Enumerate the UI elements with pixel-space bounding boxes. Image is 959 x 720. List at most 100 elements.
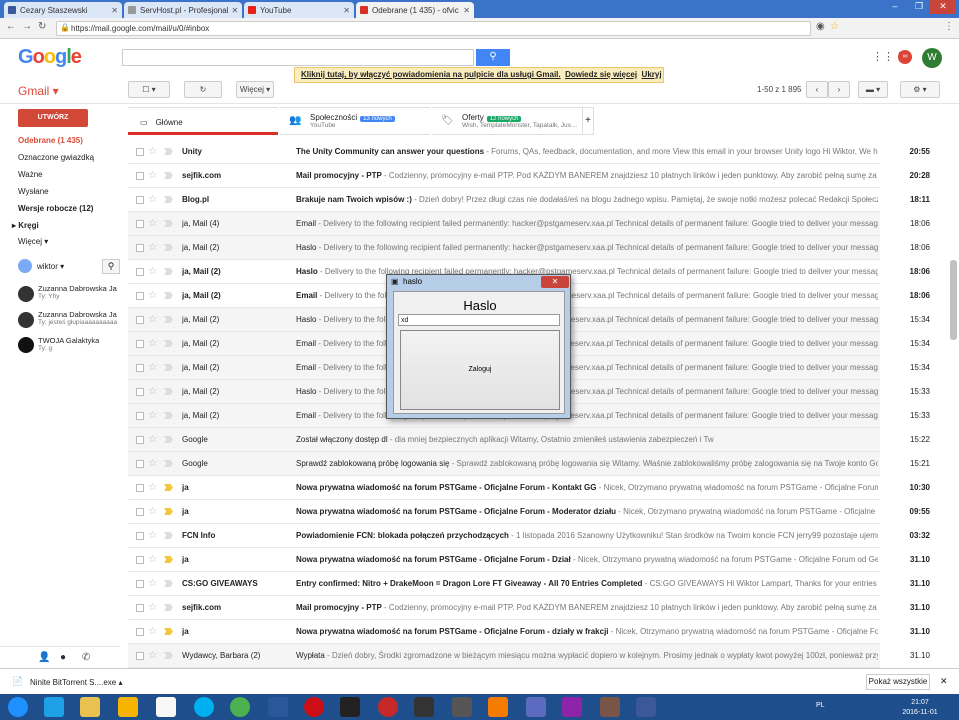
close-icon[interactable]: ✕ — [228, 6, 238, 15]
important-marker-icon[interactable] — [164, 292, 173, 299]
star-icon[interactable]: ☆ — [148, 548, 157, 571]
row-checkbox[interactable] — [136, 508, 144, 516]
star-icon[interactable]: ☆ — [148, 476, 157, 499]
back-icon[interactable]: ← — [6, 21, 16, 32]
row-checkbox[interactable] — [136, 196, 144, 204]
table-row[interactable]: ☆ CS:GO GIVEAWAYS Entry confirmed: Nitro +… — [128, 572, 880, 596]
app-icon[interactable] — [562, 697, 582, 717]
login-button[interactable]: Zaloguj — [400, 330, 560, 410]
important-marker-icon[interactable] — [164, 652, 173, 659]
important-marker-icon[interactable] — [164, 316, 173, 323]
star-icon[interactable]: ☆ — [148, 212, 157, 235]
chat-contact-3[interactable]: TWOJA Galaktyka Ty: g — [38, 336, 99, 352]
star-icon[interactable]: ☆ — [148, 308, 157, 331]
important-marker-icon[interactable] — [164, 412, 173, 419]
important-marker-icon[interactable] — [164, 220, 173, 227]
table-row[interactable]: ☆ ja Nowa prywatna wiadomość na forum PSTG… — [128, 548, 880, 572]
close-icon[interactable]: ✕ — [940, 676, 948, 687]
row-checkbox[interactable] — [136, 436, 144, 444]
hangouts-icon[interactable]: ● — [60, 652, 66, 663]
important-marker-icon[interactable] — [164, 508, 173, 515]
star-icon[interactable]: ☆ — [148, 188, 157, 211]
clock[interactable]: 21:07 2016-11-01 — [900, 698, 940, 718]
close-window-button[interactable]: ✕ — [930, 0, 956, 14]
important-marker-icon[interactable] — [164, 364, 173, 371]
select-checkbox-dropdown[interactable]: ☐ ▾ — [128, 81, 170, 98]
next-page-button[interactable]: › — [828, 81, 850, 98]
minimize-button[interactable]: – — [882, 0, 908, 14]
input-tools-button[interactable]: ▬ ▾ — [858, 81, 888, 98]
app-icon[interactable] — [118, 697, 138, 717]
show-all-button[interactable]: Pokaż wszystkie — [866, 674, 930, 690]
menu-icon[interactable]: ⋮ — [944, 21, 954, 32]
app-icon[interactable] — [452, 697, 472, 717]
table-row[interactable]: ☆ ja, Mail (4) Email - Delivery to the fol… — [128, 212, 880, 236]
phone-icon[interactable]: ✆ — [82, 652, 90, 663]
app-icon[interactable] — [340, 697, 360, 717]
prev-page-button[interactable]: ‹ — [806, 81, 828, 98]
star-icon[interactable]: ☆ — [148, 404, 157, 427]
important-marker-icon[interactable] — [164, 172, 173, 179]
table-row[interactable]: ☆ ja Nowa prywatna wiadomość na forum PSTG… — [128, 476, 880, 500]
app-icon[interactable] — [526, 697, 546, 717]
app-icon[interactable] — [488, 697, 508, 717]
row-checkbox[interactable] — [136, 556, 144, 564]
table-row[interactable]: ☆ ja Nowa prywatna wiadomość na forum PSTG… — [128, 620, 880, 644]
close-icon[interactable]: ✕ — [340, 6, 350, 15]
table-row[interactable]: ☆ Wydawcy, Barbara (2) Wypłata - Dzień dob… — [128, 644, 880, 668]
star-icon[interactable]: ☆ — [148, 572, 157, 595]
row-checkbox[interactable] — [136, 268, 144, 276]
chat-search-button[interactable]: ⚲ — [102, 259, 120, 274]
google-logo[interactable]: Google — [18, 46, 82, 69]
forward-icon[interactable]: → — [22, 21, 32, 32]
row-checkbox[interactable] — [136, 532, 144, 540]
sidebar-item-important[interactable]: Ważne — [18, 170, 43, 179]
star-icon[interactable]: ☆ — [148, 524, 157, 547]
table-row[interactable]: ☆ ja, Mail (2) Haslo - Delivery to the fol… — [128, 236, 880, 260]
table-row[interactable]: ☆ Google Sprawdź zablokowaną próbę logowan… — [128, 452, 880, 476]
sidebar-item-circles[interactable]: ▸ Kręgi — [12, 221, 39, 230]
row-checkbox[interactable] — [136, 172, 144, 180]
table-row[interactable]: ☆ ja Nowa prywatna wiadomość na forum PSTG… — [128, 500, 880, 524]
eye-icon[interactable]: ◉ — [816, 21, 825, 32]
chat-user[interactable]: wiktor ▾ — [37, 262, 64, 271]
star-icon[interactable]: ☆ — [148, 428, 157, 451]
important-marker-icon[interactable] — [164, 604, 173, 611]
star-icon[interactable]: ☆ — [148, 332, 157, 355]
row-checkbox[interactable] — [136, 580, 144, 588]
important-marker-icon[interactable] — [164, 580, 173, 587]
star-icon[interactable]: ☆ — [148, 452, 157, 475]
sidebar-item-sent[interactable]: Wysłane — [18, 187, 49, 196]
table-row[interactable]: ☆ Unity The Unity Community can answer you… — [128, 140, 880, 164]
gmail-menu[interactable]: Gmail ▾ — [18, 84, 59, 98]
ie-icon[interactable] — [44, 697, 64, 717]
important-marker-icon[interactable] — [164, 532, 173, 539]
row-checkbox[interactable] — [136, 292, 144, 300]
row-checkbox[interactable] — [136, 244, 144, 252]
row-checkbox[interactable] — [136, 388, 144, 396]
important-marker-icon[interactable] — [164, 484, 173, 491]
star-icon[interactable]: ☆ — [148, 236, 157, 259]
dialog-close-button[interactable]: ✕ — [541, 276, 569, 288]
table-row[interactable]: ☆ Google Został włączony dostęp dl - dla m… — [128, 428, 880, 452]
table-row[interactable]: ☆ sejfik.com Mail promocyjny - PTP - Codzi… — [128, 164, 880, 188]
close-icon[interactable]: ✕ — [108, 6, 118, 15]
app-icon[interactable] — [378, 697, 398, 717]
word-icon[interactable] — [268, 697, 288, 717]
important-marker-icon[interactable] — [164, 196, 173, 203]
sidebar-item-more[interactable]: Więcej ▾ — [18, 237, 48, 246]
search-input[interactable] — [122, 49, 474, 66]
row-checkbox[interactable] — [136, 148, 144, 156]
important-marker-icon[interactable] — [164, 436, 173, 443]
skype-icon[interactable] — [194, 697, 214, 717]
star-icon[interactable]: ☆ — [830, 21, 839, 32]
chat-contact-1[interactable]: Zuzanna Dabrowska Ja Ty: Yhy — [38, 284, 117, 300]
table-row[interactable]: ☆ FCN Info Powiadomienie FCN: blokada połą… — [128, 524, 880, 548]
important-marker-icon[interactable] — [164, 460, 173, 467]
important-marker-icon[interactable] — [164, 340, 173, 347]
row-checkbox[interactable] — [136, 484, 144, 492]
notifications-icon[interactable]: ∞ — [898, 50, 912, 64]
row-checkbox[interactable] — [136, 460, 144, 468]
scrollbar[interactable] — [950, 260, 957, 340]
important-marker-icon[interactable] — [164, 268, 173, 275]
